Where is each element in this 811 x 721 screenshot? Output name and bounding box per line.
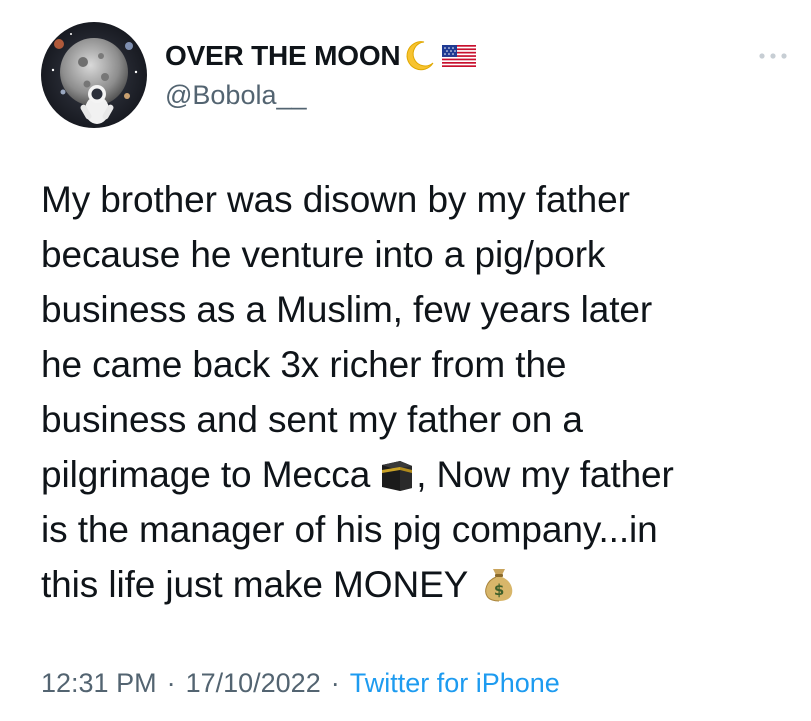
avatar[interactable] (41, 22, 147, 128)
tweet-line: business as a Muslim, few years later (41, 289, 653, 330)
tweet-line-segment: this life just make MONEY (41, 564, 469, 605)
tweet-line-with-emoji: pilgrimage to Mecca , Now my father (41, 447, 801, 502)
tweet-line-segment: , Now my father (416, 454, 674, 495)
tweet-line: because he venture into a pig/pork (41, 234, 606, 275)
svg-text:$: $ (494, 581, 504, 599)
crescent-moon-icon (402, 39, 436, 73)
us-flag-icon (442, 45, 477, 67)
tweet-meta: 12:31 PM · 17/10/2022 · Twitter for iPho… (41, 668, 560, 699)
more-options-icon[interactable] (756, 48, 790, 64)
tweet-line: My brother was disown by my father (41, 179, 630, 220)
tweet-line: business and sent my father on a (41, 399, 583, 440)
tweet-line-segment: pilgrimage to Mecca (41, 454, 371, 495)
kaaba-icon (378, 453, 416, 491)
money-bag-icon: $ (480, 563, 518, 602)
author-name-row[interactable]: OVER THE MOON (165, 36, 477, 76)
tweet-date[interactable]: 17/10/2022 (186, 668, 321, 699)
user-handle[interactable]: @Bobola__ (165, 80, 307, 111)
tweet-time[interactable]: 12:31 PM (41, 668, 157, 699)
tweet-card: OVER THE MOON @Bobola__ My brother was d… (0, 0, 811, 721)
tweet-source-link[interactable]: Twitter for iPhone (350, 668, 560, 699)
meta-separator: · (166, 668, 176, 698)
meta-separator: · (330, 668, 340, 698)
tweet-line: is the manager of his pig company...in (41, 509, 658, 550)
tweet-line: he came back 3x richer from the (41, 344, 567, 385)
astronaut-moon-avatar-icon (41, 22, 147, 128)
tweet-line-with-emoji: this life just make MONEY $ (41, 557, 801, 612)
tweet-text: My brother was disown by my father becau… (41, 172, 801, 612)
display-name[interactable]: OVER THE MOON (165, 40, 401, 72)
